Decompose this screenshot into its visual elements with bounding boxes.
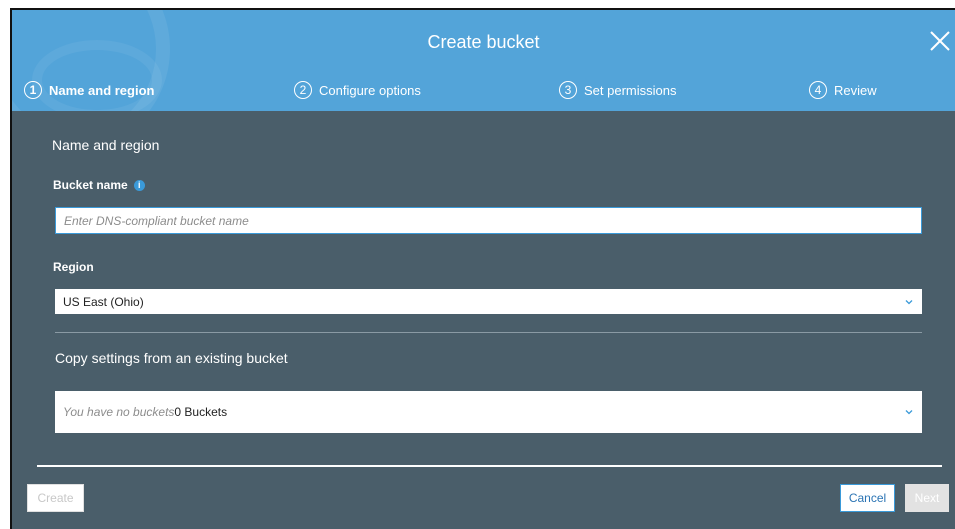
step-label: Review — [834, 82, 877, 98]
step-label: Name and region — [49, 82, 155, 98]
divider — [55, 332, 922, 333]
step-label: Configure options — [319, 82, 421, 98]
close-icon[interactable] — [929, 30, 955, 56]
footer-divider — [37, 465, 942, 467]
step-label: Set permissions — [584, 82, 677, 98]
step-configure-options[interactable]: 2 Configure options — [294, 78, 421, 102]
region-select[interactable]: US East (Ohio) — [55, 289, 922, 314]
bucket-count: 0 Buckets — [174, 405, 228, 419]
copy-settings-select[interactable]: You have no buckets 0 Buckets — [55, 391, 922, 433]
info-icon[interactable]: i — [133, 180, 145, 192]
create-bucket-dialog: Create bucket 1 Name and region 2 Config… — [10, 8, 955, 529]
step-review[interactable]: 4 Review — [809, 78, 877, 102]
dialog-header: Create bucket 1 Name and region 2 Config… — [12, 10, 955, 111]
chevron-down-icon — [905, 410, 913, 415]
step-set-permissions[interactable]: 3 Set permissions — [559, 78, 676, 102]
next-button[interactable]: Next — [905, 484, 949, 512]
dialog-title: Create bucket — [427, 32, 540, 52]
step-number: 2 — [294, 81, 312, 99]
region-value: US East (Ohio) — [63, 294, 144, 309]
copy-settings-placeholder: You have no buckets — [63, 405, 175, 419]
cancel-button[interactable]: Cancel — [840, 484, 895, 512]
copy-settings-title: Copy settings from an existing bucket — [55, 350, 288, 366]
step-number: 1 — [24, 81, 42, 99]
region-label: Region — [53, 260, 94, 274]
bucket-name-label: Bucket name i — [53, 178, 145, 192]
step-number: 3 — [559, 81, 577, 99]
section-title: Name and region — [52, 137, 160, 153]
step-name-and-region[interactable]: 1 Name and region — [24, 78, 154, 102]
create-button[interactable]: Create — [27, 484, 84, 512]
bucket-name-label-text: Bucket name — [53, 178, 128, 192]
chevron-down-icon — [905, 299, 913, 304]
step-number: 4 — [809, 81, 827, 99]
bucket-name-input[interactable] — [55, 207, 922, 234]
wizard-steps: 1 Name and region 2 Configure options 3 … — [12, 78, 955, 102]
